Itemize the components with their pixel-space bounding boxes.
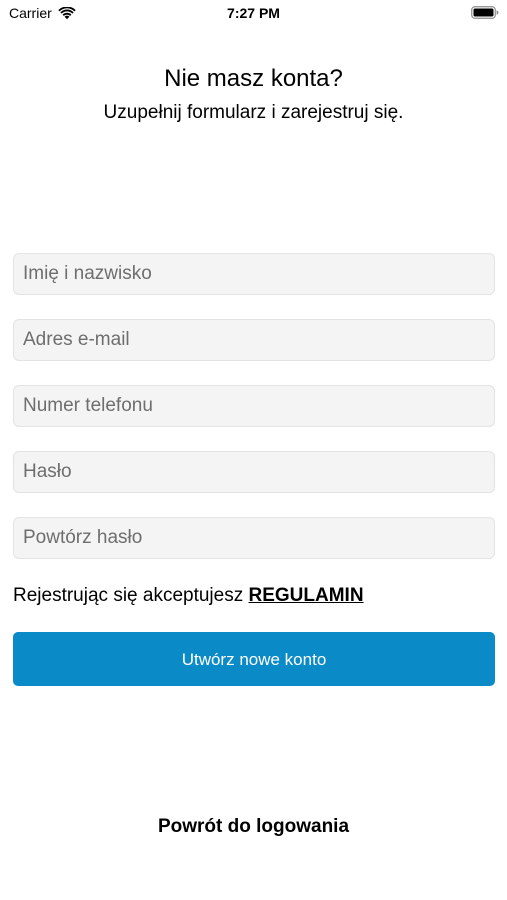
page-title: Nie masz konta?	[164, 65, 343, 92]
page-subtitle: Uzupełnij formularz i zarejestruj się.	[103, 102, 404, 123]
terms-notice: Rejestrując się akceptujesz REGULAMIN	[13, 584, 364, 608]
email-field[interactable]	[13, 319, 495, 361]
back-to-login-link[interactable]: Powrót do logowania	[0, 815, 507, 839]
repeat-password-field[interactable]	[13, 517, 495, 559]
create-account-button[interactable]: Utwórz nowe konto	[13, 632, 495, 686]
status-bar: Carrier 7:27 PM	[0, 0, 507, 28]
terms-link[interactable]: REGULAMIN	[249, 585, 364, 606]
battery-icon	[471, 6, 499, 19]
phone-field[interactable]	[13, 385, 495, 427]
terms-text: Rejestrując się akceptujesz	[13, 585, 249, 606]
full-name-field[interactable]	[13, 253, 495, 295]
clock: 7:27 PM	[227, 5, 280, 21]
password-field[interactable]	[13, 451, 495, 493]
